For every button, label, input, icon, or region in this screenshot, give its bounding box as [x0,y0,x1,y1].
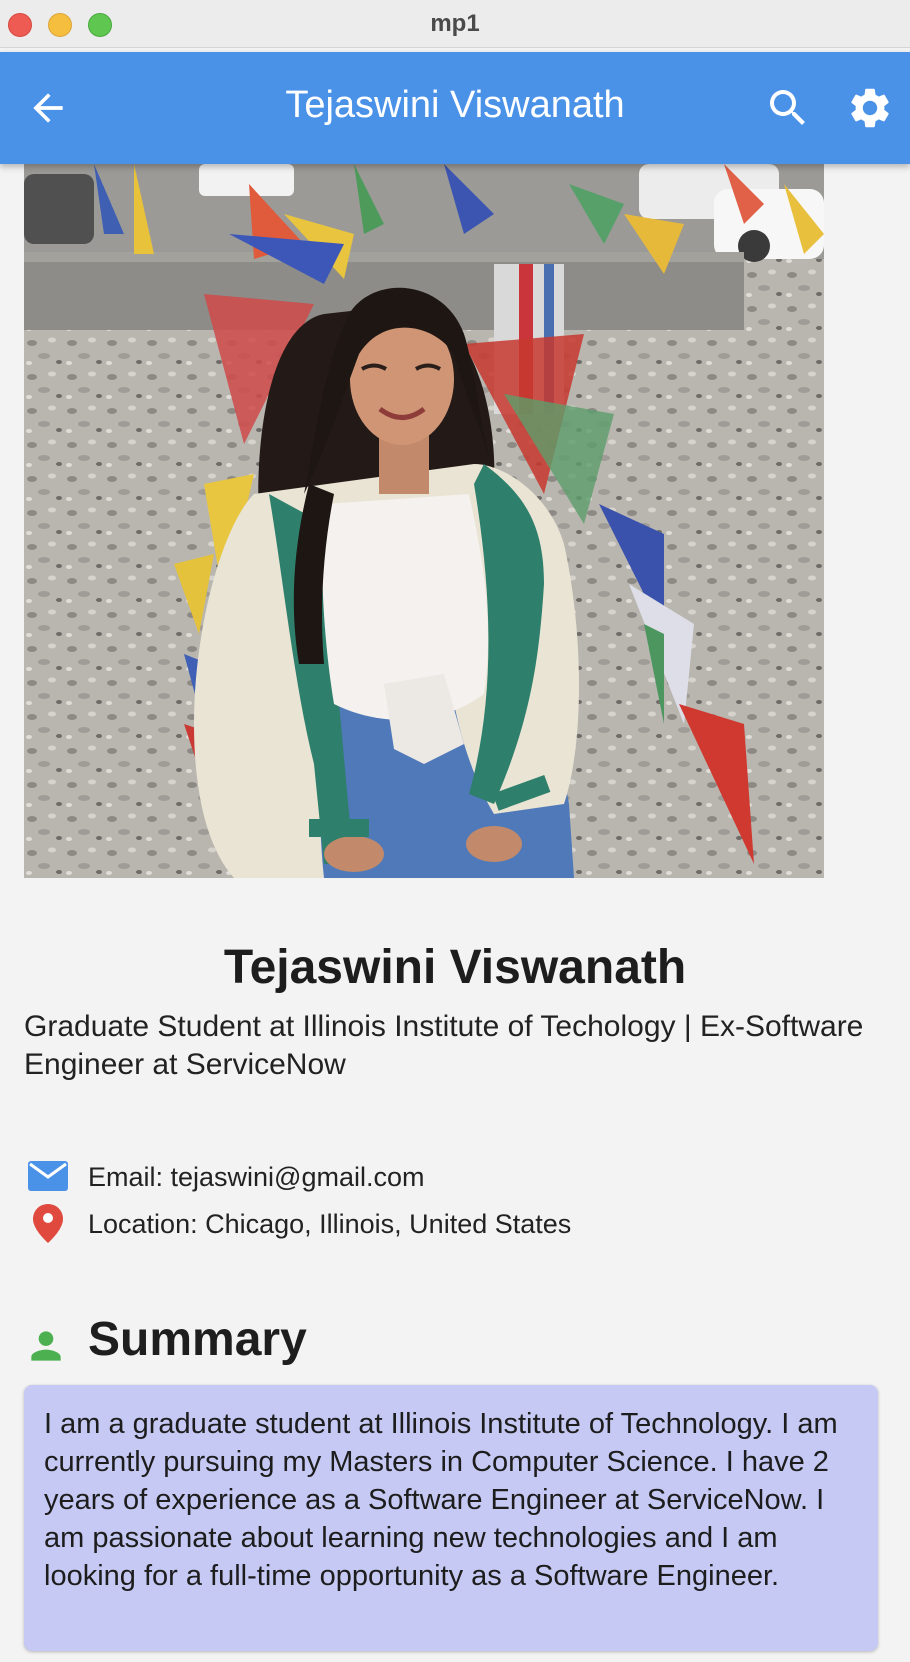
location-row[interactable]: Location: Chicago, Illinois, United Stat… [24,1201,884,1245]
settings-button[interactable] [846,84,894,132]
profile-photo [24,164,824,878]
window-titlebar: mp1 [0,0,910,48]
search-button[interactable] [764,84,812,132]
summary-card: I am a graduate student at Illinois Inst… [24,1385,878,1651]
location-pin-icon [33,1204,63,1243]
email-text: Email: tejaswini@gmail.com [88,1162,425,1192]
app-bar: Tejaswini Viswanath [0,52,910,164]
email-row[interactable]: Email: tejaswini@gmail.com [24,1154,884,1198]
mail-icon [28,1161,68,1191]
search-icon [770,90,805,125]
gear-icon [851,88,889,128]
person-icon [31,1331,61,1361]
summary-title: Summary [88,1313,307,1366]
profile-name: Tejaswini Viswanath [223,941,687,994]
summary-heading: Summary [24,1312,624,1372]
profile-headline: Graduate Student at Illinois Institute o… [24,1010,864,1081]
location-text: Location: Chicago, Illinois, United Stat… [88,1209,572,1239]
window-title: mp1 [430,10,480,37]
